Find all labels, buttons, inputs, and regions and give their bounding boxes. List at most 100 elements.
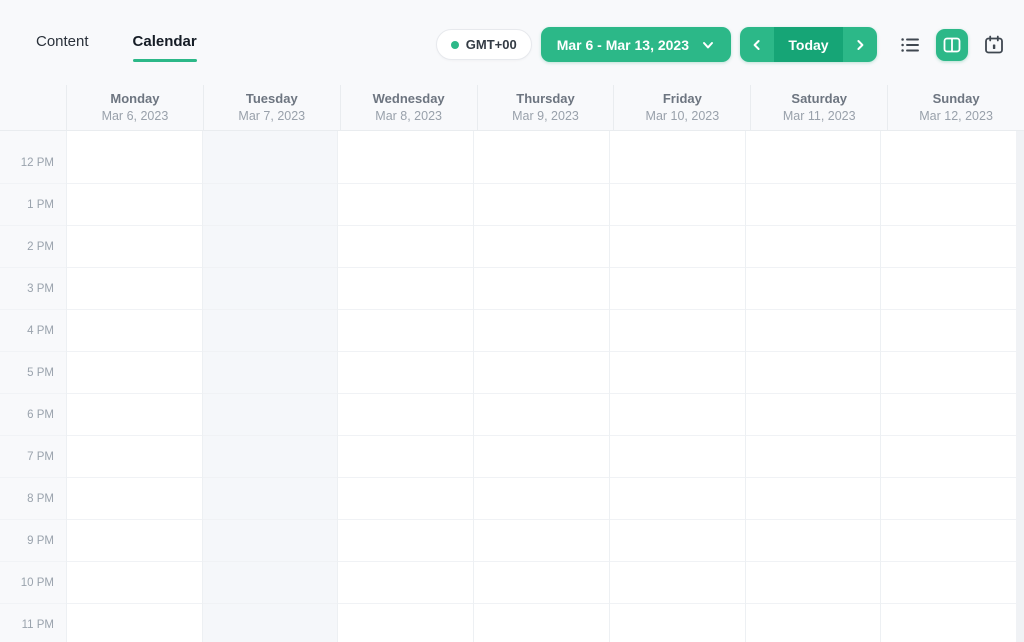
time-slot[interactable] xyxy=(610,436,745,478)
time-slot[interactable] xyxy=(67,352,202,394)
time-slot[interactable] xyxy=(338,394,473,436)
time-slot[interactable] xyxy=(881,184,1016,226)
time-slot[interactable] xyxy=(203,142,338,184)
time-slot[interactable] xyxy=(746,604,881,642)
time-slot[interactable] xyxy=(203,562,338,604)
time-slot[interactable] xyxy=(881,394,1016,436)
time-slot[interactable] xyxy=(67,268,202,310)
time-slot[interactable] xyxy=(203,310,338,352)
time-slot[interactable] xyxy=(610,226,745,268)
time-slot[interactable] xyxy=(881,352,1016,394)
list-view-button[interactable] xyxy=(894,29,926,61)
time-slot[interactable] xyxy=(610,352,745,394)
time-slot[interactable] xyxy=(746,226,881,268)
time-slot[interactable] xyxy=(203,184,338,226)
time-slot[interactable] xyxy=(203,520,338,562)
time-slot[interactable] xyxy=(67,520,202,562)
time-slot[interactable] xyxy=(67,394,202,436)
week-view-button[interactable] xyxy=(936,29,968,61)
day-name: Tuesday xyxy=(246,91,298,107)
time-slot[interactable] xyxy=(610,394,745,436)
time-slot[interactable] xyxy=(67,310,202,352)
month-view-button[interactable] xyxy=(978,29,1010,61)
scrollbar-track[interactable] xyxy=(1016,131,1024,642)
time-slot[interactable] xyxy=(746,352,881,394)
time-slot[interactable] xyxy=(474,310,609,352)
time-slot[interactable] xyxy=(203,352,338,394)
time-slot[interactable] xyxy=(338,268,473,310)
time-slot[interactable] xyxy=(746,520,881,562)
time-slot[interactable] xyxy=(203,268,338,310)
time-slot[interactable] xyxy=(338,478,473,520)
time-slot[interactable] xyxy=(881,268,1016,310)
time-slot[interactable] xyxy=(67,184,202,226)
time-slot[interactable] xyxy=(746,562,881,604)
time-slot[interactable] xyxy=(67,604,202,642)
time-slot[interactable] xyxy=(203,394,338,436)
time-slot[interactable] xyxy=(474,184,609,226)
time-slot[interactable] xyxy=(338,352,473,394)
time-slot[interactable] xyxy=(881,520,1016,562)
time-slot[interactable] xyxy=(338,604,473,642)
time-slot[interactable] xyxy=(746,436,881,478)
time-slot[interactable] xyxy=(338,436,473,478)
next-week-button[interactable] xyxy=(843,27,877,62)
time-slot[interactable] xyxy=(474,604,609,642)
time-slot[interactable] xyxy=(610,562,745,604)
time-slot[interactable] xyxy=(881,310,1016,352)
time-slot[interactable] xyxy=(610,604,745,642)
time-slot[interactable] xyxy=(746,142,881,184)
time-slot[interactable] xyxy=(67,142,202,184)
time-slot[interactable] xyxy=(610,310,745,352)
time-label: 12 PM xyxy=(0,142,66,184)
time-slot[interactable] xyxy=(474,436,609,478)
time-label: 9 PM xyxy=(0,520,66,562)
time-slot[interactable] xyxy=(746,394,881,436)
time-slot[interactable] xyxy=(881,478,1016,520)
week-calendar: Monday Mar 6, 2023 Tuesday Mar 7, 2023 W… xyxy=(0,85,1024,642)
date-range-dropdown[interactable]: Mar 6 - Mar 13, 2023 xyxy=(541,27,731,62)
time-slot[interactable] xyxy=(67,226,202,268)
time-slot[interactable] xyxy=(67,436,202,478)
time-slot[interactable] xyxy=(610,478,745,520)
time-slot[interactable] xyxy=(610,520,745,562)
today-button[interactable]: Today xyxy=(774,27,843,62)
time-slot[interactable] xyxy=(203,604,338,642)
time-slot[interactable] xyxy=(881,142,1016,184)
time-slot[interactable] xyxy=(338,520,473,562)
time-slot[interactable] xyxy=(338,142,473,184)
day-date: Mar 6, 2023 xyxy=(102,109,169,125)
time-slot[interactable] xyxy=(474,142,609,184)
time-slot[interactable] xyxy=(474,352,609,394)
time-slot[interactable] xyxy=(338,562,473,604)
time-slot[interactable] xyxy=(881,604,1016,642)
previous-week-button[interactable] xyxy=(740,27,774,62)
time-slot[interactable] xyxy=(474,478,609,520)
time-slot[interactable] xyxy=(203,436,338,478)
time-slot[interactable] xyxy=(746,268,881,310)
time-slot[interactable] xyxy=(474,520,609,562)
time-slot[interactable] xyxy=(203,478,338,520)
time-slot[interactable] xyxy=(881,562,1016,604)
time-slot[interactable] xyxy=(474,226,609,268)
time-slot[interactable] xyxy=(610,142,745,184)
day-name: Wednesday xyxy=(373,91,445,107)
time-slot[interactable] xyxy=(746,184,881,226)
time-slot[interactable] xyxy=(610,268,745,310)
time-slot[interactable] xyxy=(474,394,609,436)
time-slot[interactable] xyxy=(338,226,473,268)
time-slot[interactable] xyxy=(881,226,1016,268)
time-slot[interactable] xyxy=(67,478,202,520)
time-slot[interactable] xyxy=(203,226,338,268)
tab-content[interactable]: Content xyxy=(36,33,89,62)
time-slot[interactable] xyxy=(746,478,881,520)
time-slot[interactable] xyxy=(881,436,1016,478)
tab-calendar[interactable]: Calendar xyxy=(133,33,197,62)
time-slot[interactable] xyxy=(474,268,609,310)
time-slot[interactable] xyxy=(338,310,473,352)
time-slot[interactable] xyxy=(338,184,473,226)
time-slot[interactable] xyxy=(610,184,745,226)
time-slot[interactable] xyxy=(746,310,881,352)
time-slot[interactable] xyxy=(474,562,609,604)
time-slot[interactable] xyxy=(67,562,202,604)
